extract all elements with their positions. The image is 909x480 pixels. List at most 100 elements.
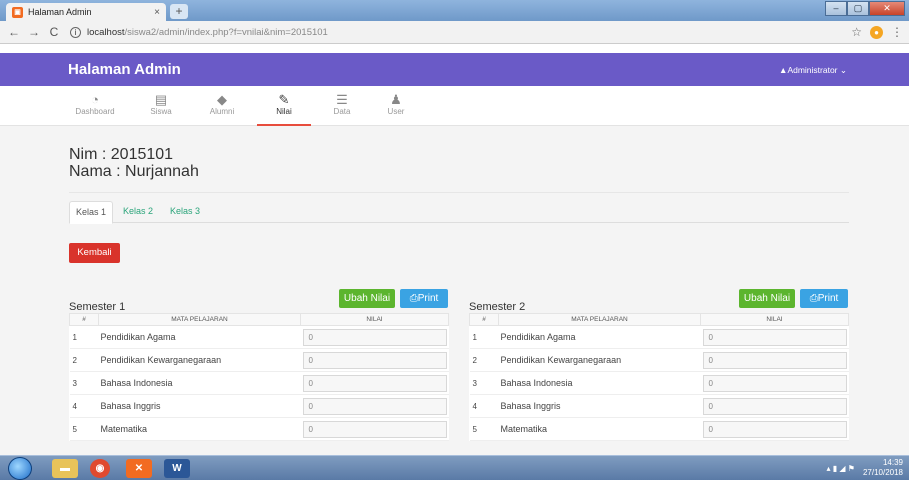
nav-label: Siswa [150, 107, 172, 116]
extension-icon[interactable]: ● [870, 25, 883, 39]
new-tab-button[interactable]: + [170, 4, 188, 19]
kembali-button[interactable]: Kembali [69, 243, 120, 263]
nilai-field[interactable]: 0 [702, 420, 847, 438]
kelas-tabs: Kelas 1 Kelas 2 Kelas 3 [69, 201, 849, 224]
nav-item-dashboard[interactable]: ◔ Dashboard [68, 86, 122, 126]
column-header-no: # [469, 313, 499, 326]
print-button-semester-2[interactable]: ⎙Print [800, 289, 848, 308]
info-icon[interactable]: i [70, 26, 81, 38]
semester-1-title: Semester 1 [69, 301, 126, 313]
table-row: 5 Matematika 0 [69, 417, 449, 441]
table-row: 5 Matematika 0 [469, 417, 849, 441]
tray-icons[interactable]: ▴ ▮ ◢ ⚑ [827, 464, 855, 473]
nav-item-data[interactable]: ☰ Data [315, 86, 369, 126]
close-window-button[interactable]: ✕ [869, 1, 905, 16]
row-number: 4 [69, 394, 99, 418]
nav-item-user[interactable]: ♟ User [369, 86, 423, 126]
print-button-semester-1[interactable]: ⎙Print [400, 289, 448, 308]
app-title[interactable]: Halaman Admin [68, 61, 181, 78]
word-icon[interactable]: W [164, 459, 190, 478]
url-path: /siswa2/admin/index.php?f=vnilai&nim=201… [124, 26, 328, 38]
app-navbar: Halaman Admin ▲Administrator ⌄ [0, 53, 909, 86]
column-header-nilai: NILAI [300, 313, 449, 326]
file-explorer-icon[interactable]: ▬ [52, 459, 78, 478]
address-bar: ← → C i localhost/siswa2/admin/index.php… [0, 21, 909, 44]
window-controls: – ▢ ✕ [825, 1, 905, 16]
os-taskbar: ▬ ◉ ✕ W ▴ ▮ ◢ ⚑ 14:39 27/10/2018 [0, 455, 909, 480]
semester-1-table: # MATA PELAJARAN NILAI 1 Pendidikan Agam… [69, 313, 449, 441]
nilai-field[interactable]: 0 [302, 328, 447, 346]
favicon-icon: ▣ [12, 6, 23, 18]
row-number: 5 [469, 417, 499, 441]
tab-kelas-3[interactable]: Kelas 3 [164, 201, 206, 223]
dashboard-icon: ◔ [91, 92, 99, 107]
nilai-field[interactable]: 0 [302, 420, 447, 438]
row-mapel: Bahasa Indonesia [498, 371, 701, 395]
nav-label: Data [333, 107, 351, 116]
ubah-nilai-button-semester-2[interactable]: Ubah Nilai [739, 289, 795, 308]
tag-icon: ◆ [217, 92, 227, 107]
browser-menu-icon[interactable]: ⋮ [891, 25, 903, 39]
xampp-icon[interactable]: ✕ [126, 459, 152, 478]
student-nama: Nama : Nurjannah [69, 163, 199, 180]
clock[interactable]: 14:39 27/10/2018 [863, 458, 903, 478]
briefcase-icon: ▤ [154, 92, 168, 107]
nilai-field[interactable]: 0 [702, 397, 847, 415]
user-icon: ♟ [390, 92, 402, 107]
bookmark-star-icon[interactable]: ☆ [851, 25, 862, 39]
nav-label: User [387, 107, 405, 116]
reload-icon[interactable]: C [46, 25, 62, 39]
nilai-field[interactable]: 0 [302, 374, 447, 392]
nav-label: Dashboard [75, 107, 115, 116]
table-header-row: # MATA PELAJARAN NILAI [469, 313, 849, 326]
list-icon: ☰ [336, 92, 348, 107]
row-number: 1 [69, 325, 99, 349]
user-menu[interactable]: ▲Administrator ⌄ [779, 65, 847, 76]
maximize-button[interactable]: ▢ [847, 1, 869, 16]
nilai-field[interactable]: 0 [302, 351, 447, 369]
row-number: 3 [469, 371, 499, 395]
nav-item-alumni[interactable]: ◆ Alumni [195, 86, 249, 126]
table-row: 4 Bahasa Inggris 0 [469, 394, 849, 418]
chrome-icon[interactable]: ◉ [90, 459, 110, 478]
table-row: 2 Pendidikan Kewarganegaraan 0 [469, 348, 849, 372]
nav-item-nilai[interactable]: ✎ Nilai [257, 86, 311, 126]
nilai-field[interactable]: 0 [302, 397, 447, 415]
row-mapel: Matematika [98, 417, 301, 441]
ubah-nilai-button-semester-1[interactable]: Ubah Nilai [339, 289, 395, 308]
start-button[interactable] [8, 457, 32, 480]
row-mapel: Matematika [498, 417, 701, 441]
nilai-field[interactable]: 0 [702, 328, 847, 346]
browser-tab[interactable]: ▣ Halaman Admin × [6, 3, 166, 21]
clock-time: 14:39 [882, 458, 903, 467]
nav-label: Nilai [276, 107, 292, 116]
clock-date: 27/10/2018 [862, 468, 903, 477]
semester-2-title: Semester 2 [469, 301, 526, 313]
main-nav: ◔ Dashboard ▤ Siswa ◆ Alumni ✎ Nilai ☰ D… [0, 86, 909, 126]
nav-label: Alumni [209, 107, 235, 116]
tab-kelas-1[interactable]: Kelas 1 [69, 201, 114, 224]
close-tab-icon[interactable]: × [154, 7, 160, 18]
row-mapel: Pendidikan Kewarganegaraan [98, 348, 301, 372]
url-field[interactable]: i localhost/siswa2/admin/index.php?f=vni… [70, 26, 328, 38]
row-mapel: Pendidikan Agama [98, 325, 301, 349]
semester-2-table: # MATA PELAJARAN NILAI 1 Pendidikan Agam… [469, 313, 849, 441]
nilai-field[interactable]: 0 [702, 351, 847, 369]
browser-tab-strip: ▣ Halaman Admin × + – ▢ ✕ [0, 0, 909, 21]
row-mapel: Bahasa Inggris [498, 394, 701, 418]
table-row: 1 Pendidikan Agama 0 [69, 325, 449, 349]
table-row: 1 Pendidikan Agama 0 [469, 325, 849, 349]
row-number: 5 [69, 417, 99, 441]
row-mapel: Bahasa Indonesia [98, 371, 301, 395]
back-arrow-icon[interactable]: ← [6, 25, 22, 39]
table-row: 4 Bahasa Inggris 0 [69, 394, 449, 418]
row-number: 1 [469, 325, 499, 349]
minimize-button[interactable]: – [825, 1, 847, 16]
forward-arrow-icon[interactable]: → [26, 25, 42, 39]
column-header-nilai: NILAI [700, 313, 849, 326]
tab-kelas-2[interactable]: Kelas 2 [117, 201, 159, 223]
nilai-field[interactable]: 0 [702, 374, 847, 392]
column-header-mapel: MATA PELAJARAN [98, 313, 301, 326]
nav-item-siswa[interactable]: ▤ Siswa [134, 86, 188, 126]
column-header-mapel: MATA PELAJARAN [498, 313, 701, 326]
